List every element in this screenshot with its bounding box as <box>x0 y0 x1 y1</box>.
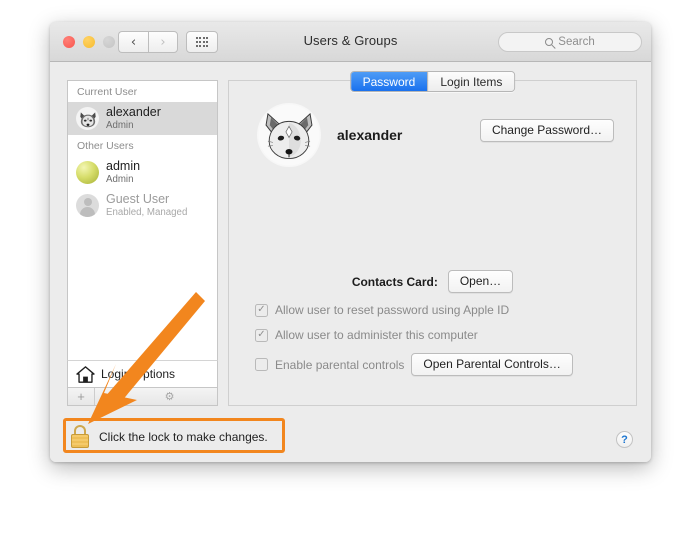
help-button[interactable]: ? <box>616 431 633 448</box>
screenshot-stage: ‹ › Users & Groups Search Current User a… <box>0 0 700 534</box>
change-password-button[interactable]: Change Password… <box>479 119 614 143</box>
sidebar-item-guest-user[interactable]: Guest User Enabled, Managed <box>68 189 217 222</box>
sidebar-user-role: Admin <box>106 173 134 185</box>
checkbox-label-reset-password: Allow user to reset password using Apple… <box>275 303 510 317</box>
window-body: Current User alexander Admin Other Users… <box>50 62 651 462</box>
home-icon <box>76 365 95 383</box>
user-list-sidebar[interactable]: Current User alexander Admin Other Users… <box>67 80 218 360</box>
tab-password[interactable]: Password <box>350 72 428 91</box>
checkbox-row-reset-password[interactable]: ✓ Allow user to reset password using App… <box>255 303 573 317</box>
sidebar-user-name: alexander <box>106 105 161 120</box>
account-name: alexander <box>337 127 403 143</box>
sidebar-button-bar: + − ⚙ <box>67 388 218 406</box>
window-titlebar: ‹ › Users & Groups Search <box>50 22 651 62</box>
checkbox-administer[interactable]: ✓ <box>255 328 268 342</box>
checkbox-label-parental-controls: Enable parental controls <box>275 357 405 372</box>
ball-avatar-icon <box>76 161 99 184</box>
lock-message: Click the lock to make changes. <box>99 430 268 444</box>
search-field[interactable]: Search <box>498 32 642 52</box>
sidebar-user-role: Admin <box>106 119 134 131</box>
contacts-card-row: Contacts Card: Open… <box>229 270 636 294</box>
search-placeholder: Search <box>558 36 595 48</box>
options-checkbox-group: ✓ Allow user to reset password using App… <box>255 303 573 377</box>
sidebar-user-info: Guest User Enabled, Managed <box>106 192 187 218</box>
open-parental-controls-button[interactable]: Open Parental Controls… <box>411 353 573 377</box>
checkbox-parental-controls[interactable] <box>255 358 268 372</box>
users-and-groups-window: ‹ › Users & Groups Search Current User a… <box>50 22 651 462</box>
checkbox-label-administer: Allow user to administer this computer <box>275 328 478 342</box>
sidebar-user-role: Enabled, Managed <box>106 206 188 218</box>
checkbox-row-parental-controls[interactable]: Enable parental controls Open Parental C… <box>255 353 573 377</box>
password-pane: Password Login Items alexander Change Pa… <box>228 71 637 406</box>
login-options-row[interactable]: Login Options <box>67 360 218 388</box>
remove-user-button[interactable]: − <box>95 388 122 405</box>
checkbox-row-administer[interactable]: ✓ Allow user to administer this computer <box>255 328 573 342</box>
tab-bar: Password Login Items <box>349 71 516 92</box>
person-silhouette-avatar-icon <box>76 194 99 217</box>
sidebar-item-alexander[interactable]: alexander Admin <box>68 102 217 135</box>
tab-login-items[interactable]: Login Items <box>427 72 515 91</box>
search-icon <box>545 38 554 46</box>
add-user-button[interactable]: + <box>68 388 95 405</box>
contacts-card-label: Contacts Card: <box>351 274 438 289</box>
sidebar-user-info: admin Admin <box>106 159 140 185</box>
checkmark-icon: ✓ <box>257 304 266 315</box>
closed-padlock-icon[interactable] <box>70 425 90 449</box>
fox-avatar-icon <box>76 107 99 130</box>
gear-icon[interactable]: ⚙ <box>122 388 217 405</box>
checkmark-icon: ✓ <box>257 329 266 340</box>
group-header-current-user: Current User <box>68 81 217 102</box>
open-contacts-card-button[interactable]: Open… <box>447 270 514 294</box>
sidebar-item-admin[interactable]: admin Admin <box>68 156 217 189</box>
login-options-label: Login Options <box>101 367 176 381</box>
account-header: alexander <box>257 103 402 167</box>
checkbox-reset-password[interactable]: ✓ <box>255 303 268 317</box>
group-header-other-users: Other Users <box>68 135 217 156</box>
sidebar-user-name: Guest User <box>106 192 170 207</box>
sidebar-user-info: alexander Admin <box>106 105 161 131</box>
lock-row[interactable]: Click the lock to make changes. <box>70 425 268 449</box>
fox-avatar-large-icon[interactable] <box>257 103 321 167</box>
sidebar-user-name: admin <box>106 159 141 174</box>
